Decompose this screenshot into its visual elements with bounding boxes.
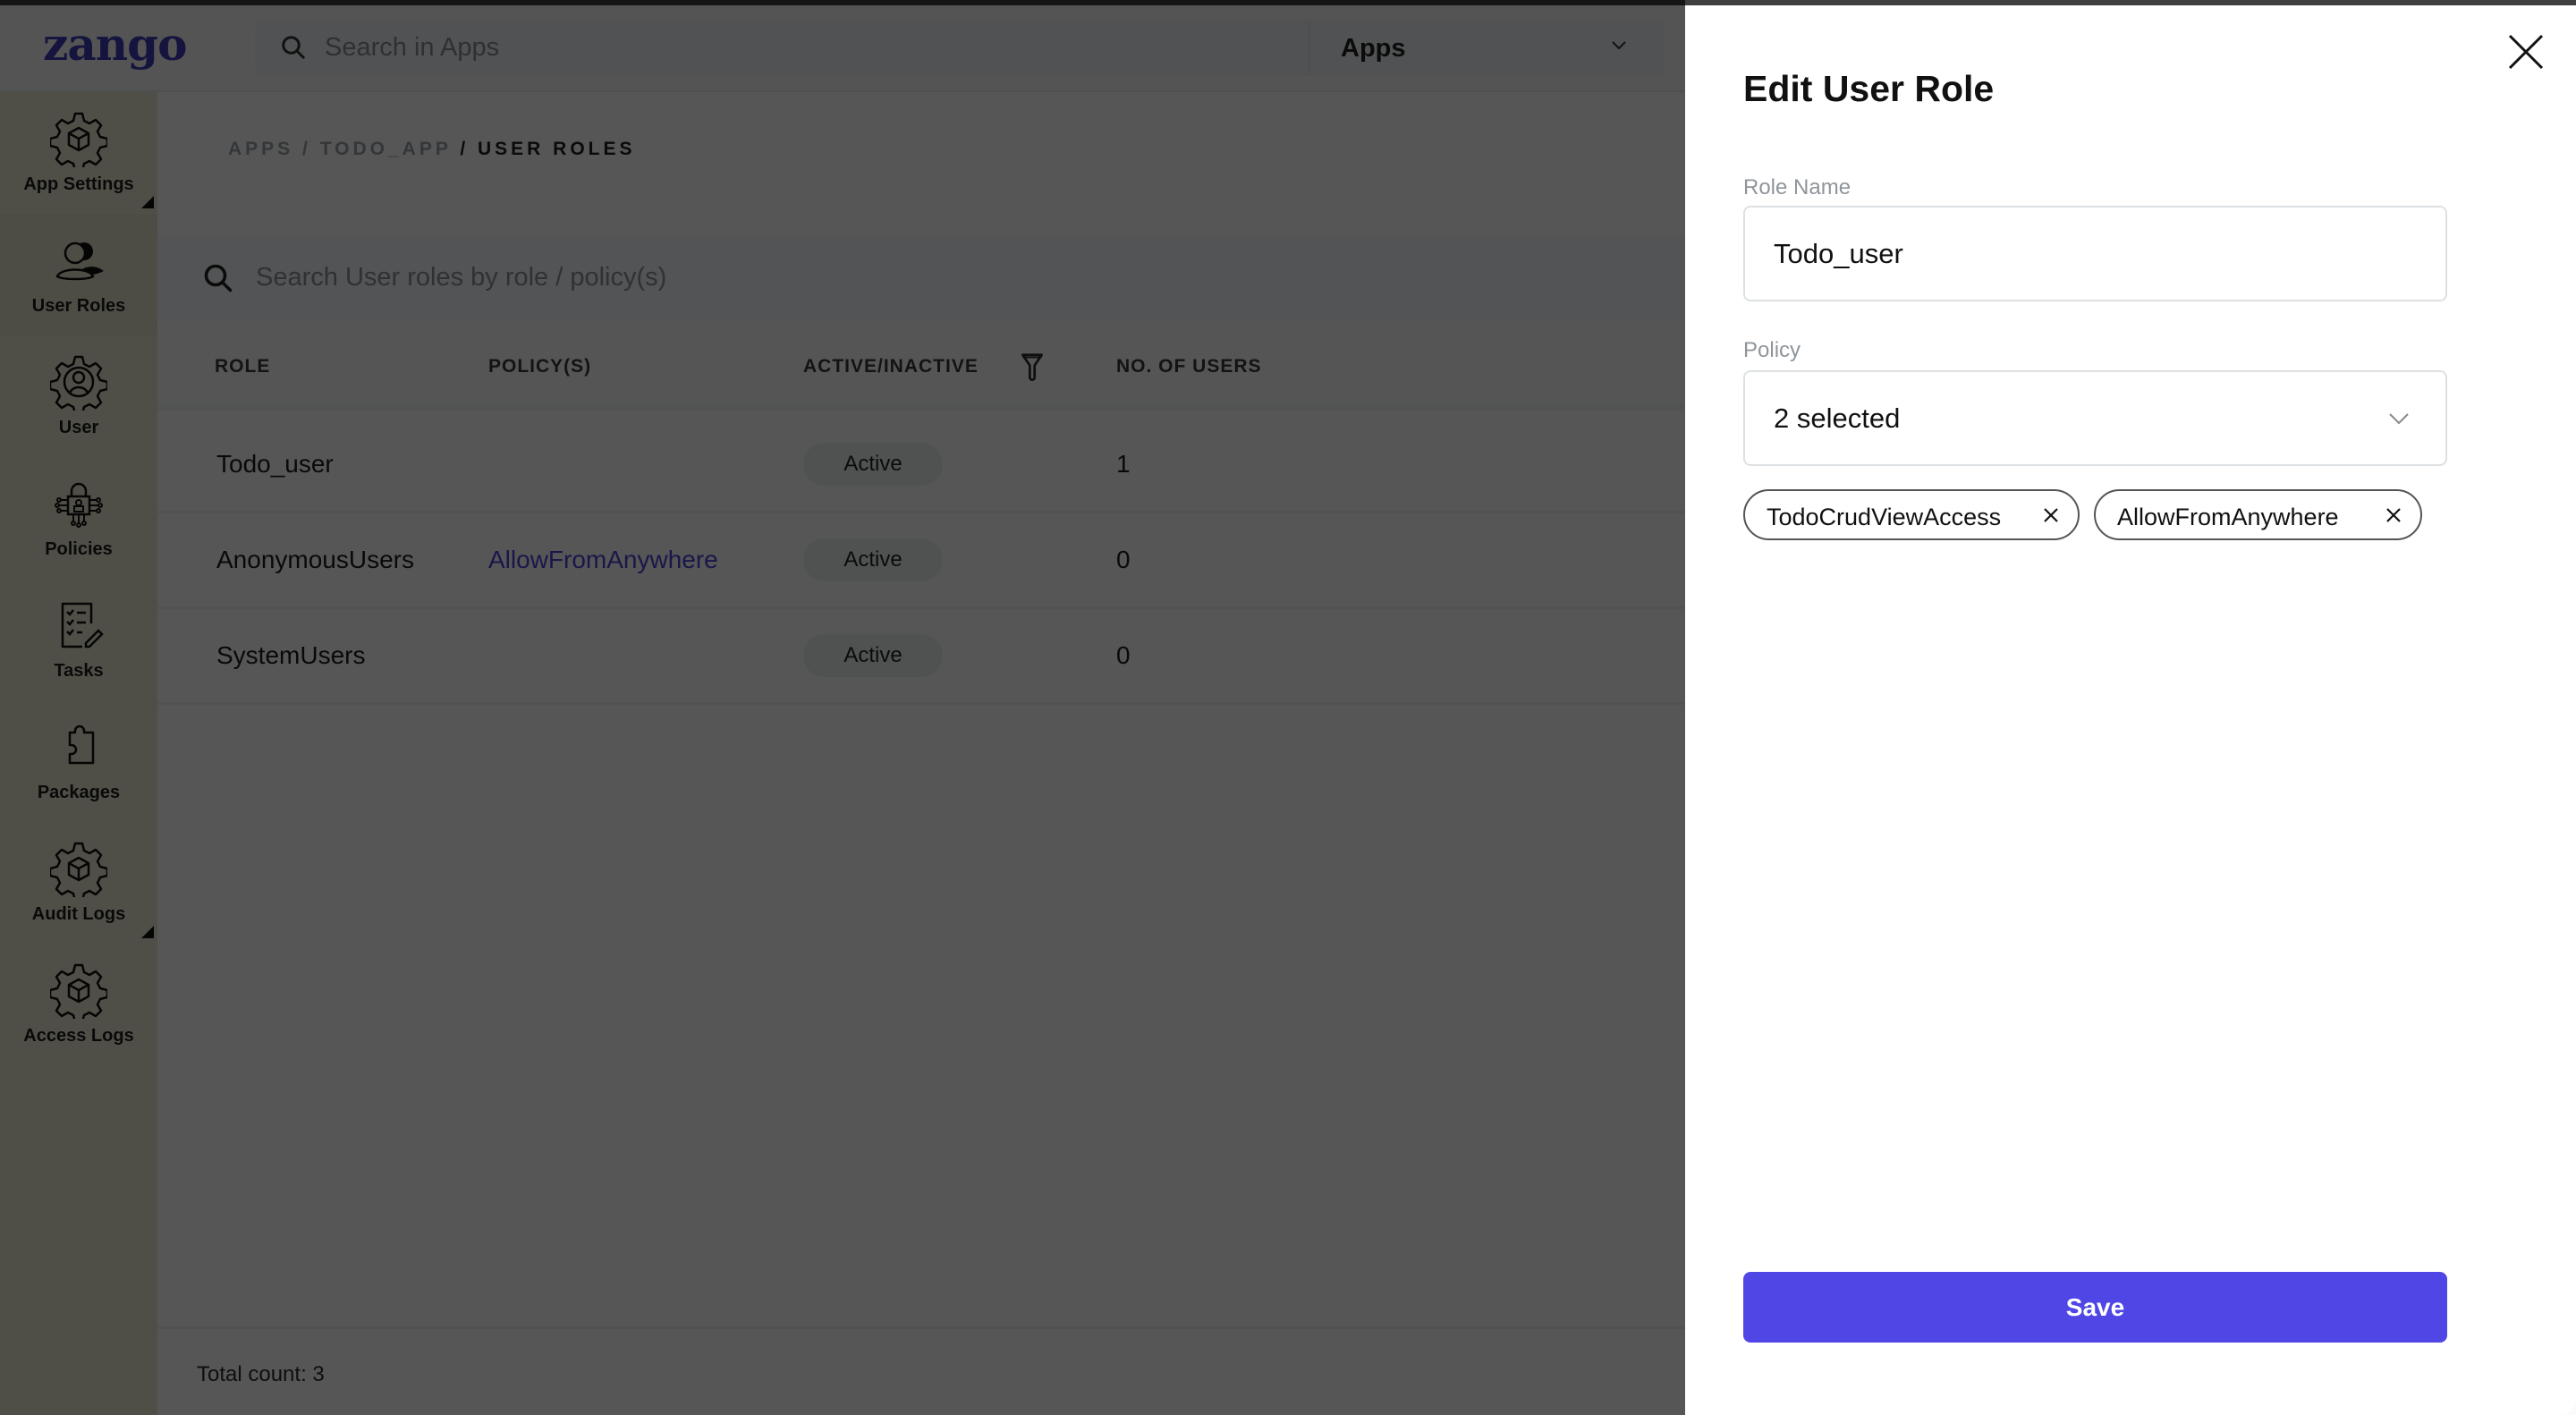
role-name-field[interactable] <box>1743 206 2447 301</box>
policy-chip-label: AllowFromAnywhere <box>2117 504 2339 530</box>
role-name-input[interactable] <box>1774 208 2400 300</box>
remove-chip-icon[interactable] <box>2042 506 2060 524</box>
role-name-label: Role Name <box>1743 175 1852 199</box>
save-button[interactable]: Save <box>1743 1272 2447 1343</box>
remove-chip-icon[interactable] <box>2385 506 2402 524</box>
chevron-down-icon <box>2389 413 2409 425</box>
modal-backdrop[interactable] <box>0 0 1685 1415</box>
panel-title: Edit User Role <box>1743 68 1995 109</box>
edit-user-role-panel: Edit User Role Role Name Policy 2 select… <box>1685 5 2576 1415</box>
close-icon[interactable] <box>2506 32 2546 72</box>
policy-chip: AllowFromAnywhere <box>2094 489 2422 540</box>
policy-chip: TodoCrudViewAccess <box>1743 489 2080 540</box>
policy-label: Policy <box>1743 338 1801 362</box>
policy-chip-label: TodoCrudViewAccess <box>1767 504 2002 530</box>
policy-select[interactable]: 2 selected <box>1743 370 2447 466</box>
policy-select-value: 2 selected <box>1774 402 1901 434</box>
